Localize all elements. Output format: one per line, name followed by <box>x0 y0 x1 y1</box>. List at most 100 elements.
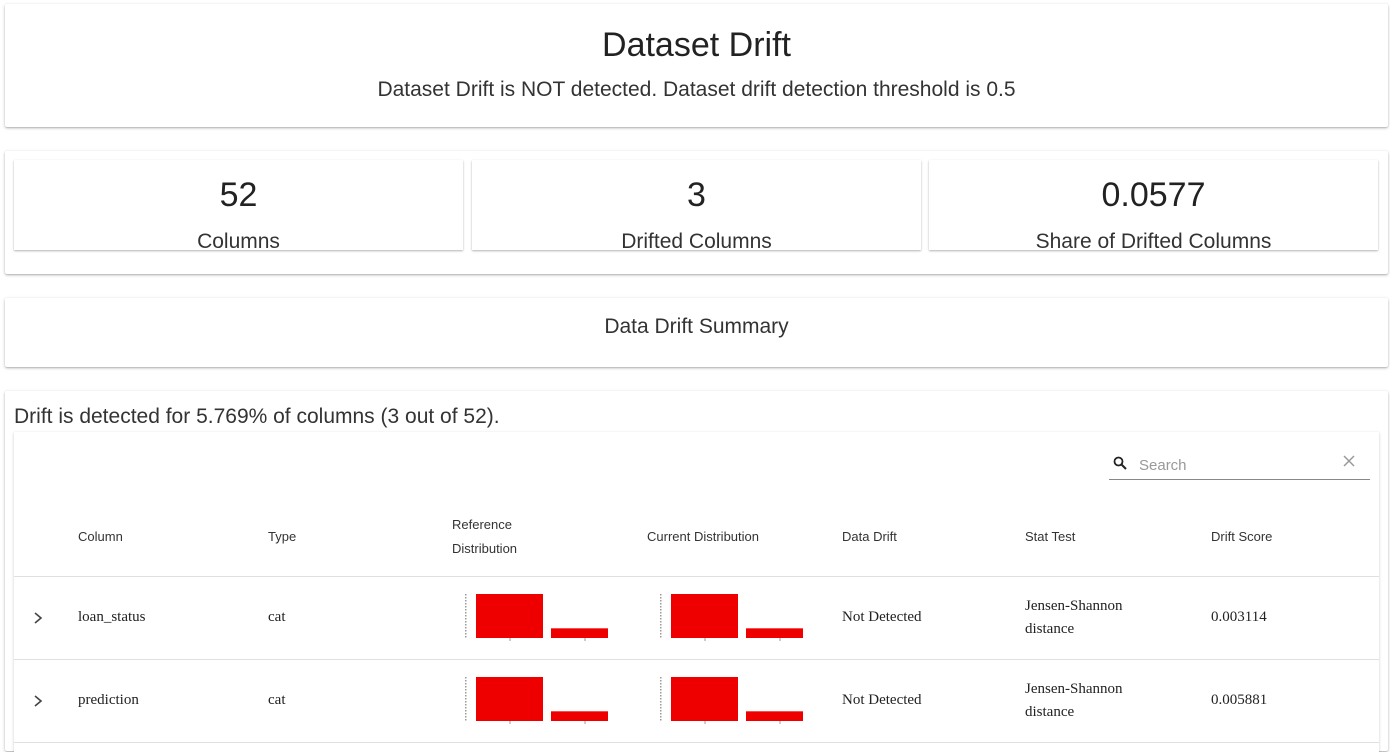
cell-data-drift: Not Detected <box>842 692 922 708</box>
axis-dot <box>465 719 467 721</box>
search-icon <box>1113 456 1127 470</box>
reference-distribution-chart <box>465 677 608 724</box>
page-title: Dataset Drift <box>602 26 791 64</box>
axis-dot <box>465 680 467 682</box>
axis-dot <box>660 597 662 599</box>
axis-dot <box>660 636 662 638</box>
axis-dot <box>465 612 467 614</box>
row-divider <box>14 576 1379 577</box>
axis-dot <box>660 701 662 703</box>
header-reference-distribution[interactable]: Reference Distribution <box>452 513 542 561</box>
axis-tick <box>584 638 586 641</box>
counter-label: Share of Drifted Columns <box>1035 230 1272 253</box>
cell-type: cat <box>268 692 286 708</box>
counter-value: 0.0577 <box>1101 176 1206 214</box>
axis-tick <box>704 721 706 724</box>
distribution-bar <box>476 677 543 721</box>
axis-dot <box>465 630 467 632</box>
cell-data-drift: Not Detected <box>842 609 922 625</box>
header-column[interactable]: Column <box>78 525 123 549</box>
axis-tick <box>779 638 781 641</box>
axis-dot <box>465 716 467 718</box>
axis-dot <box>660 615 662 617</box>
distribution-bar <box>671 594 738 638</box>
header-type[interactable]: Type <box>268 525 296 549</box>
axis-dot <box>660 719 662 721</box>
axis-tick <box>779 721 781 724</box>
axis-dot <box>660 621 662 623</box>
reference-distribution-chart <box>465 594 608 641</box>
axis-dot <box>660 618 662 620</box>
axis-dot <box>660 698 662 700</box>
search-field[interactable] <box>1109 448 1370 480</box>
distribution-bar <box>746 711 803 721</box>
axis-dot <box>465 594 467 596</box>
axis-dot <box>660 603 662 605</box>
axis-dot <box>660 704 662 706</box>
header-data-drift[interactable]: Data Drift <box>842 525 897 549</box>
axis-dot <box>660 609 662 611</box>
distribution-bar <box>746 628 803 638</box>
axis-dot <box>465 704 467 706</box>
axis-tick <box>509 721 511 724</box>
axis-dot <box>660 594 662 596</box>
axis-dot <box>660 686 662 688</box>
drift-table-card: Drift is detected for 5.769% of columns … <box>5 391 1388 752</box>
counter-label: Drifted Columns <box>621 230 772 253</box>
axis-dot <box>465 636 467 638</box>
cell-drift-score: 0.005881 <box>1211 692 1268 708</box>
drift-table: Column Type Reference Distribution Curre… <box>14 432 1379 752</box>
axis-dot <box>660 677 662 679</box>
row-divider <box>14 659 1379 660</box>
current-distribution-chart <box>660 677 803 724</box>
counter-columns: 52 Columns <box>14 160 463 253</box>
axis-dot <box>465 609 467 611</box>
cell-type: cat <box>268 609 286 625</box>
dataset-drift-card: Dataset Drift Dataset Drift is NOT detec… <box>5 4 1388 127</box>
cell-stat-test: Jensen-Shannon distance <box>1025 681 1123 720</box>
axis-dot <box>465 633 467 635</box>
distribution-bar <box>551 711 608 721</box>
axis-dot <box>465 627 467 629</box>
axis-dot <box>465 707 467 709</box>
axis-dot <box>465 597 467 599</box>
axis-dot <box>465 600 467 602</box>
counter-drifted-columns: 3 Drifted Columns <box>472 160 921 253</box>
axis-dot <box>660 716 662 718</box>
axis-dot <box>465 713 467 715</box>
axis-dot <box>465 686 467 688</box>
page-subtitle: Dataset Drift is NOT detected. Dataset d… <box>377 78 1016 101</box>
axis-dot <box>660 633 662 635</box>
axis-dot <box>465 603 467 605</box>
axis-tick <box>509 638 511 641</box>
distribution-bar <box>671 677 738 721</box>
search-input[interactable] <box>1137 454 1341 476</box>
section-title: Data Drift Summary <box>604 315 789 338</box>
summary-title-card: Data Drift Summary <box>5 298 1388 367</box>
header-stat-test[interactable]: Stat Test <box>1025 525 1075 549</box>
counter-label: Columns <box>197 230 280 253</box>
axis-dot <box>660 680 662 682</box>
row-divider <box>14 742 1379 743</box>
axis-dot <box>660 707 662 709</box>
counter-value: 52 <box>219 176 258 214</box>
axis-tick <box>584 721 586 724</box>
axis-dot <box>465 692 467 694</box>
header-current-distribution[interactable]: Current Distribution <box>647 525 759 549</box>
axis-dot <box>465 710 467 712</box>
counter-share-drifted: 0.0577 Share of Drifted Columns <box>929 160 1378 253</box>
chevron-right-icon[interactable] <box>32 694 44 708</box>
axis-dot <box>660 606 662 608</box>
axis-dot <box>660 624 662 626</box>
axis-dot <box>660 627 662 629</box>
axis-dot <box>465 677 467 679</box>
axis-dot <box>465 683 467 685</box>
counters-card: 52 Columns 3 Drifted Columns 0.0577 Shar… <box>5 151 1388 274</box>
axis-dot <box>465 615 467 617</box>
chevron-right-icon[interactable] <box>32 611 44 625</box>
axis-dot <box>660 689 662 691</box>
close-icon[interactable] <box>1342 454 1356 468</box>
axis-dot <box>660 600 662 602</box>
header-drift-score[interactable]: Drift Score <box>1211 525 1272 549</box>
axis-dot <box>660 630 662 632</box>
